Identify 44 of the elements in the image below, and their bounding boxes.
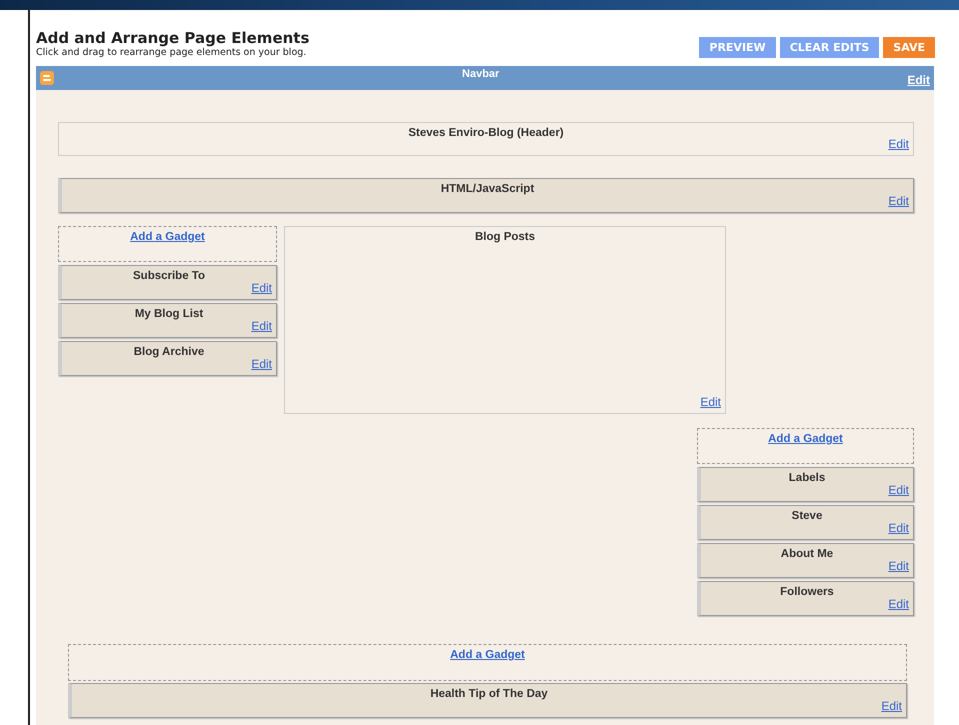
gadget[interactable]: HTML/JavaScript Edit <box>58 178 914 213</box>
header-section[interactable]: Steves Enviro-Blog (Header) Edit <box>58 122 914 156</box>
gadget-title: Blog Posts <box>474 231 536 243</box>
add-gadget-link[interactable]: Add a Gadget <box>130 231 205 243</box>
edit-link[interactable]: Edit <box>700 395 721 409</box>
edit-link[interactable]: Edit <box>251 281 272 295</box>
edit-link[interactable]: Edit <box>888 521 909 535</box>
edit-link[interactable]: Edit <box>888 483 909 497</box>
gadget-title: Steve <box>792 510 822 522</box>
gadget[interactable]: Blog Archive Edit <box>58 341 277 376</box>
page-title: Add and Arrange Page Elements <box>36 29 310 47</box>
edit-link[interactable]: Edit <box>907 73 930 90</box>
blog-posts-section[interactable]: Blog Posts Edit <box>284 226 726 414</box>
gadget[interactable]: About Me Edit <box>697 543 914 578</box>
gadget[interactable]: Labels Edit <box>697 467 914 502</box>
add-gadget-link[interactable]: Add a Gadget <box>450 649 525 661</box>
edit-link[interactable]: Edit <box>888 194 909 208</box>
edit-link[interactable]: Edit <box>888 137 909 151</box>
gadget-title: Blog Archive <box>134 346 204 358</box>
toolbar-button[interactable]: PREVIEW <box>699 37 776 58</box>
add-gadget-link[interactable]: Add a Gadget <box>768 433 843 445</box>
gadget-title: About Me <box>780 548 834 560</box>
navbar-title: Navbar <box>461 67 500 80</box>
edit-link[interactable]: Edit <box>881 699 902 713</box>
gadget-title: My Blog List <box>134 308 204 320</box>
edit-link[interactable]: Edit <box>251 319 272 333</box>
gadget-title: Subscribe To <box>133 270 205 282</box>
gadget[interactable]: My Blog List Edit <box>58 303 277 338</box>
gadget-title: Health Tip of The Day <box>430 688 548 700</box>
gadget-title: HTML/JavaScript <box>440 183 534 195</box>
gadget-title: Followers <box>780 586 834 598</box>
edit-link[interactable]: Edit <box>251 357 272 371</box>
gadget[interactable]: Followers Edit <box>697 581 914 616</box>
gadget[interactable]: Subscribe To Edit <box>58 265 277 300</box>
gadget[interactable]: Steve Edit <box>697 505 914 540</box>
edit-link[interactable]: Edit <box>888 597 909 611</box>
page-subtitle: Click and drag to rearrange page elements on your blog. <box>36 47 308 58</box>
toolbar-button[interactable]: CLEAR EDITS <box>780 37 880 58</box>
edit-link[interactable]: Edit <box>888 559 909 573</box>
save-button[interactable]: SAVE <box>883 37 935 58</box>
gadget[interactable]: Health Tip of The Day Edit <box>68 683 907 718</box>
blog-icon <box>40 71 54 85</box>
gadget-title: Steves Enviro-Blog (Header) <box>408 127 564 139</box>
gadget-title: Labels <box>788 472 826 484</box>
